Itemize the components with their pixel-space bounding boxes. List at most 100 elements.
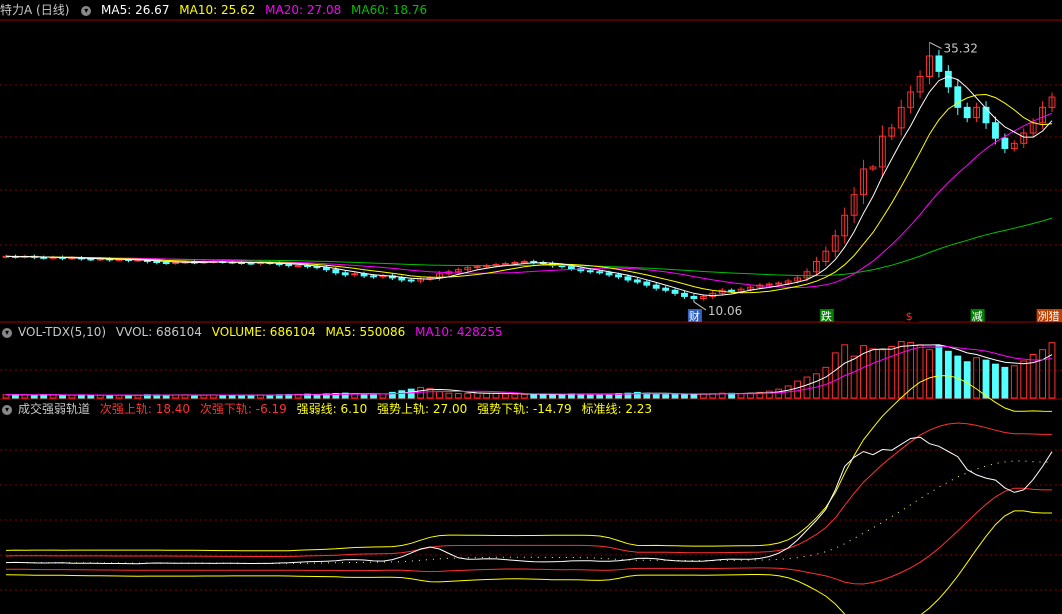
ma20-label: MA20: 27.08: [265, 3, 342, 17]
volume-bar: [822, 366, 830, 399]
stock-chart[interactable]: 35.32 10.06 财 跌 $ 减 冽猎: [0, 0, 1062, 614]
sub-upper-band: [5, 422, 1052, 557]
candle-body: [247, 262, 255, 265]
candle-body: [935, 55, 943, 72]
indicator-menu-icon[interactable]: ▾: [2, 404, 12, 415]
candle-body: [313, 266, 321, 269]
candle-body: [87, 258, 95, 261]
indicator-menu-icon[interactable]: ▾: [2, 327, 12, 338]
volume-title[interactable]: VOL-TDX(5,10): [18, 325, 106, 339]
candle-body: [681, 292, 688, 297]
candle-body: [153, 260, 161, 264]
volume-bar: [370, 393, 377, 399]
volume-bar: [162, 394, 170, 399]
volume-bar: [520, 393, 528, 399]
event-marker: $: [906, 310, 913, 323]
volume-bar: [59, 394, 66, 399]
low-label: 10.06: [708, 304, 742, 318]
candle-body: [162, 262, 170, 265]
candle-body: [605, 272, 613, 276]
volume-bar: [360, 393, 368, 399]
volume-bar: [1029, 354, 1037, 399]
candle-body: [398, 277, 406, 281]
event-marker: 减: [972, 310, 983, 323]
sub-lower-label: 次强下轨: -6.19: [199, 402, 287, 416]
candle-body: [407, 279, 415, 282]
volume-bar: [219, 394, 227, 399]
stock-title[interactable]: 特力A (日线): [0, 3, 69, 17]
volume-bar: [21, 394, 29, 399]
volume-bar: [492, 392, 500, 399]
vol-ma5-label: MA5: 550086: [325, 325, 406, 339]
candle-body: [963, 106, 971, 119]
volume-bar: [926, 349, 933, 399]
candle-body: [586, 270, 594, 273]
candle-body: [322, 267, 330, 271]
volume-bar: [125, 394, 132, 399]
volume-bar: [473, 392, 481, 399]
volume-bar: [963, 361, 971, 399]
standard-line-label: 标准线: 2.23: [581, 402, 653, 416]
settings-icon[interactable]: ▾: [81, 5, 92, 16]
volume-bar: [878, 349, 886, 399]
candle-body: [615, 274, 622, 278]
volume-bar: [68, 394, 76, 399]
candle-body: [341, 272, 349, 276]
indicator-title[interactable]: 成交强弱轨道: [18, 402, 90, 416]
volume-bar: [49, 394, 57, 399]
volume-bar: [30, 394, 38, 399]
volume-bar: [992, 363, 999, 399]
volume-bar: [464, 392, 472, 399]
volume-bar: [398, 390, 406, 399]
volume-bar: [935, 345, 943, 399]
candle-body: [294, 265, 302, 268]
volume-bar: [483, 392, 491, 399]
volume-bar: [191, 394, 198, 399]
high-label: 35.32: [943, 41, 977, 55]
volume-bar: [662, 393, 670, 399]
candle-body: [728, 289, 736, 292]
candle-body: [332, 269, 340, 274]
volume-bar: [671, 393, 679, 399]
volume-bar: [973, 357, 981, 399]
volume-bar: [407, 388, 415, 399]
candle-body: [596, 271, 604, 274]
volume-bar: [916, 344, 924, 399]
event-marker: 冽猎: [1038, 309, 1060, 323]
strong-lower-label: 强势下轨: -14.79: [477, 402, 572, 416]
candle-body: [662, 287, 670, 291]
volume-bar: [436, 391, 443, 399]
ma60-line: [5, 217, 1053, 277]
standard-line: [5, 460, 1053, 564]
volume-bar: [681, 393, 688, 399]
candle-body: [633, 279, 641, 283]
volume-bar: [1020, 360, 1028, 399]
volume-bar: [502, 393, 509, 399]
candle-body: [671, 289, 679, 294]
event-marker: 跌: [821, 309, 832, 323]
volume-bar: [812, 373, 820, 399]
candle-body: [690, 295, 698, 299]
volume-bar: [982, 359, 990, 399]
sub-upper-label: 次强上轨: 18.40: [99, 402, 191, 416]
volume-bar: [379, 393, 387, 399]
volume-bar: [247, 394, 255, 399]
volume-bar: [794, 380, 801, 399]
candle-body: [624, 276, 632, 281]
volume-bar: [1010, 365, 1018, 399]
volume-bar: [803, 376, 811, 399]
volume-bar: [869, 348, 877, 399]
sub-lower-band: [6, 487, 1052, 585]
volume-bar: [605, 393, 613, 399]
volume-bar: [1001, 366, 1009, 399]
vvol-label: VVOL: 686104: [115, 325, 202, 339]
volume-bar: [511, 393, 519, 399]
volume-bar: [445, 392, 453, 399]
low-arrow: [693, 301, 707, 311]
ma10-label: MA10: 25.62: [179, 3, 256, 17]
volume-bar: [850, 355, 858, 399]
candle-body: [1001, 137, 1009, 149]
candle-body: [285, 264, 293, 267]
high-arrow: [929, 41, 942, 49]
volume-bar: [652, 393, 660, 399]
